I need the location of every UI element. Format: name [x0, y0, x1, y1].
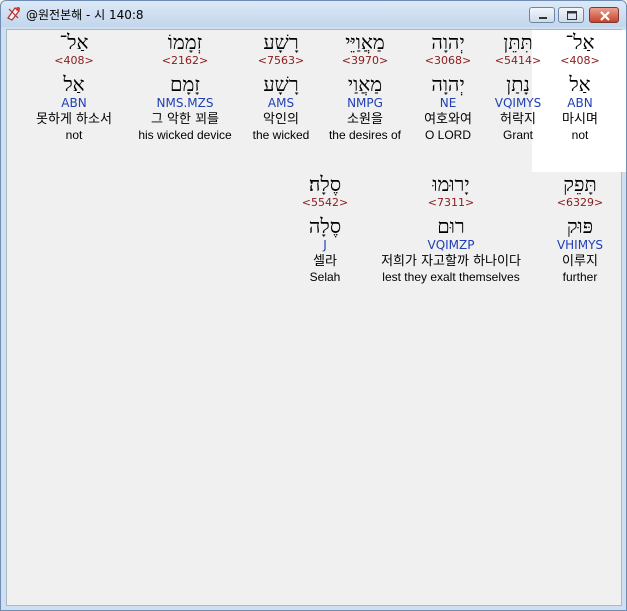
- lemma: אַל: [63, 72, 85, 96]
- word-cell[interactable]: סֶלָה׃ <5542> סֶלָה J 셀라 Selah: [277, 172, 373, 285]
- parsing-code: NMPG: [347, 96, 383, 110]
- word-cell[interactable]: יְהוָה <3068> יְהוָה NE 여호와여 O LORD: [400, 30, 496, 143]
- word-cell[interactable]: אַל־ <408> אַל ABN 못하게 하소서 not: [17, 30, 131, 143]
- word-cell[interactable]: מַאֲוַיֵּי <3970> מַאֲוַי NMPG 소원을 the d…: [317, 30, 413, 143]
- hebrew-word: יְהוָה: [431, 30, 465, 54]
- lemma: יְהוָה: [431, 72, 465, 96]
- parsing-code: NMS.MZS: [156, 96, 214, 110]
- word-cell[interactable]: תָּפֵק <6329> פּוּק VHIMYS 이루지 further: [532, 172, 626, 285]
- hebrew-word: אַל־: [59, 30, 89, 54]
- hebrew-word: רָשָׁע: [263, 30, 299, 54]
- parsing-code: NE: [439, 96, 457, 110]
- korean-gloss: 소원을: [347, 112, 383, 127]
- hebrew-word: סֶלָה׃: [308, 172, 342, 196]
- strong-number[interactable]: <6329>: [532, 196, 626, 210]
- close-button[interactable]: [589, 7, 619, 23]
- verse-analysis-panel: אַל־ <408> אַל ABN 마시며 not תִּתֵּן <5414…: [6, 29, 626, 606]
- hebrew-word: יָרוּמוּ: [432, 172, 470, 196]
- korean-gloss: 그 악한 꾀를: [150, 112, 220, 127]
- english-gloss: not: [65, 128, 83, 142]
- lemma: רָשָׁע: [263, 72, 299, 96]
- korean-gloss: 못하게 하소서: [36, 112, 112, 127]
- korean-gloss: 여호와여: [424, 112, 472, 127]
- parsing-code: ABN: [61, 96, 87, 110]
- lemma: רוּם: [437, 214, 465, 238]
- bible-app-icon: [6, 5, 22, 21]
- minimize-button[interactable]: [529, 7, 555, 23]
- parsing-code: VHIMYS: [556, 238, 604, 252]
- lemma: זָמָם: [170, 72, 200, 96]
- english-gloss: his wicked device: [138, 128, 232, 142]
- hebrew-word: תָּפֵק: [563, 172, 597, 196]
- strong-number[interactable]: <408>: [17, 54, 131, 68]
- close-icon: [600, 11, 610, 21]
- english-gloss: O LORD: [424, 128, 471, 142]
- maximize-button[interactable]: [558, 7, 584, 23]
- strong-number[interactable]: <7563>: [233, 54, 329, 68]
- maximize-icon: [567, 11, 577, 20]
- strong-number[interactable]: <3970>: [317, 54, 413, 68]
- word-cell[interactable]: יָרוּמוּ <7311> רוּם VQIMZP 저희가 자고할까 하나이…: [361, 172, 541, 285]
- english-gloss: the desires of: [328, 128, 402, 142]
- english-gloss: lest they exalt themselves: [382, 270, 520, 284]
- app-window: @원전본해 - 시 140:8 אַל־ <408> אַל ABN 마시며 n…: [0, 0, 627, 611]
- parsing-code: AMS: [267, 96, 295, 110]
- english-gloss: the wicked: [252, 128, 310, 142]
- strong-number[interactable]: <2162>: [123, 54, 247, 68]
- korean-gloss: 악인의: [263, 112, 299, 127]
- english-gloss: further: [562, 270, 598, 284]
- strong-number[interactable]: <5542>: [277, 196, 373, 210]
- english-gloss: Selah: [309, 270, 341, 284]
- lemma: סֶלָה: [308, 214, 342, 238]
- strong-number[interactable]: <3068>: [400, 54, 496, 68]
- lemma: מַאֲוַי: [347, 72, 383, 96]
- hebrew-word: זְמָמוֹ: [167, 30, 203, 54]
- lemma: פּוּק: [566, 214, 594, 238]
- title-bar[interactable]: @원전본해 - 시 140:8: [1, 1, 626, 27]
- minimize-icon: [539, 17, 547, 19]
- parsing-code: J: [323, 238, 327, 252]
- window-title: @원전본해 - 시 140:8: [26, 8, 144, 22]
- parsing-code: VQIMZP: [427, 238, 475, 252]
- word-cell[interactable]: רָשָׁע <7563> רָשָׁע AMS 악인의 the wicked: [233, 30, 329, 143]
- word-cell[interactable]: זְמָמוֹ <2162> זָמָם NMS.MZS 그 악한 꾀를 his…: [123, 30, 247, 143]
- korean-gloss: 이루지: [562, 254, 598, 269]
- hebrew-word: מַאֲוַיֵּי: [345, 30, 385, 54]
- korean-gloss: 셀라: [313, 254, 337, 269]
- korean-gloss: 저희가 자고할까 하나이다: [381, 254, 521, 269]
- strong-number[interactable]: <7311>: [361, 196, 541, 210]
